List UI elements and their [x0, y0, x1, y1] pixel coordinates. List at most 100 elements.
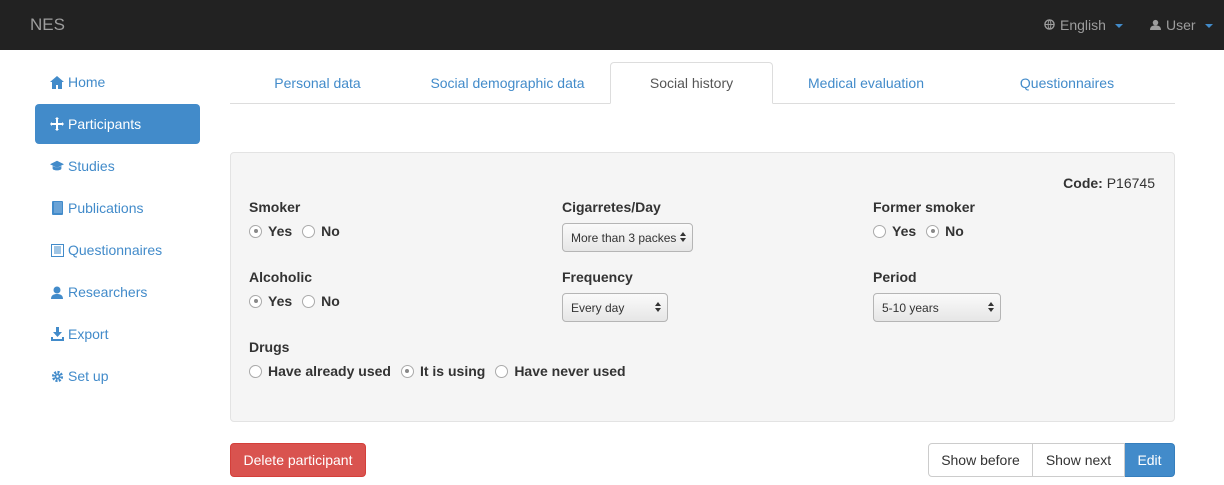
frequency-value: Every day [571, 300, 625, 315]
sidebar-item-label: Participants [68, 116, 142, 132]
drugs-is-using-radio[interactable]: It is using [400, 363, 486, 379]
sidebar-item-home[interactable]: Home [35, 62, 200, 102]
smoker-yes-radio[interactable]: Yes [249, 223, 292, 239]
frequency-label: Frequency [562, 269, 633, 285]
smoker-no-radio[interactable]: No [302, 223, 340, 239]
sidebar-item-label: Questionnaires [68, 242, 163, 258]
tab-medical-evaluation[interactable]: Medical evaluation [773, 62, 959, 103]
drugs-option-label: It is using [419, 363, 486, 379]
book-icon [50, 201, 64, 215]
radio-unchecked-icon [302, 294, 316, 308]
former-smoker-field: Former smoker Yes No [873, 199, 975, 239]
alcoholic-no-label: No [321, 293, 340, 309]
cog-icon [50, 369, 64, 383]
sidebar: Home Participants Studies Publications Q… [35, 62, 200, 398]
tab-questionnaires[interactable]: Questionnaires [959, 62, 1175, 103]
sidebar-item-questionnaires[interactable]: Questionnaires [35, 230, 200, 270]
sidebar-item-export[interactable]: Export [35, 314, 200, 354]
language-label: English [1060, 17, 1106, 33]
former-smoker-yes-radio[interactable]: Yes [873, 223, 916, 239]
delete-participant-button[interactable]: Delete participant [230, 443, 366, 477]
drugs-option-label: Have never used [514, 363, 626, 379]
participant-tabs: Personal data Social demographic data So… [230, 62, 1175, 104]
sidebar-item-studies[interactable]: Studies [35, 146, 200, 186]
tab-personal-data[interactable]: Personal data [230, 62, 405, 103]
sidebar-item-label: Publications [68, 200, 144, 216]
show-next-button[interactable]: Show next [1033, 443, 1125, 477]
former-smoker-yes-label: Yes [892, 223, 917, 239]
chevron-down-icon [1204, 24, 1213, 28]
period-select[interactable]: 5-10 years [873, 293, 1001, 322]
frequency-select[interactable]: Every day [562, 293, 668, 322]
sidebar-item-setup[interactable]: Set up [35, 356, 200, 396]
chevron-down-icon [1114, 24, 1123, 28]
cigarettes-value: More than 3 packes [571, 230, 677, 245]
frequency-field: Frequency Every day [562, 269, 668, 322]
former-smoker-no-label: No [945, 223, 964, 239]
former-smoker-no-radio[interactable]: No [926, 223, 964, 239]
drugs-never-used-radio[interactable]: Have never used [495, 363, 626, 379]
sidebar-item-participants[interactable]: Participants [35, 104, 200, 144]
alcoholic-field: Alcoholic Yes No [249, 269, 340, 309]
sidebar-item-researchers[interactable]: Researchers [35, 272, 200, 312]
smoker-yes-label: Yes [268, 223, 293, 239]
sidebar-item-label: Studies [68, 158, 115, 174]
tab-social-history[interactable]: Social history [610, 62, 773, 104]
brand-link[interactable]: NES [30, 15, 65, 35]
user-label: User [1166, 17, 1196, 33]
drugs-already-used-radio[interactable]: Have already used [249, 363, 391, 379]
radio-checked-icon [249, 224, 262, 238]
globe-icon [1044, 17, 1055, 33]
list-icon [50, 243, 64, 257]
tab-social-demographic-data[interactable]: Social demographic data [405, 62, 610, 103]
sidebar-item-publications[interactable]: Publications [35, 188, 200, 228]
participant-code: Code: P16745 [1063, 175, 1155, 191]
period-label: Period [873, 269, 917, 285]
period-value: 5-10 years [882, 300, 939, 315]
social-history-panel: Code: P16745 Smoker Yes No Cigarretes/Da… [230, 152, 1175, 422]
alcoholic-label: Alcoholic [249, 269, 313, 285]
drugs-label: Drugs [249, 339, 290, 355]
radio-unchecked-icon [495, 364, 509, 378]
sidebar-item-label: Set up [68, 368, 109, 384]
cigarettes-field: Cigarretes/Day More than 3 packes [562, 199, 693, 252]
user-dropdown[interactable]: User [1150, 17, 1213, 33]
sidebar-item-label: Home [68, 74, 106, 90]
sidebar-item-label: Researchers [68, 284, 148, 300]
move-icon [50, 117, 64, 131]
radio-unchecked-icon [249, 364, 262, 378]
sidebar-item-label: Export [68, 326, 109, 342]
edit-button[interactable]: Edit [1125, 443, 1175, 477]
cigarettes-label: Cigarretes/Day [562, 199, 661, 215]
alcoholic-no-radio[interactable]: No [302, 293, 340, 309]
radio-checked-icon [249, 294, 262, 308]
drugs-field: Drugs Have already used It is using Have… [249, 339, 626, 379]
user-icon [50, 285, 64, 299]
top-navbar: NES English User [0, 0, 1224, 50]
code-value: P16745 [1106, 175, 1155, 191]
radio-checked-icon [926, 224, 940, 238]
drugs-option-label: Have already used [268, 363, 391, 379]
radio-unchecked-icon [302, 224, 316, 238]
export-icon [50, 327, 64, 341]
cigarettes-select[interactable]: More than 3 packes [562, 223, 693, 252]
user-icon [1150, 17, 1161, 33]
language-dropdown[interactable]: English [1044, 17, 1123, 33]
period-field: Period 5-10 years [873, 269, 1001, 322]
alcoholic-yes-radio[interactable]: Yes [249, 293, 292, 309]
alcoholic-yes-label: Yes [268, 293, 293, 309]
home-icon [50, 75, 64, 89]
graduation-cap-icon [50, 159, 64, 173]
show-before-button[interactable]: Show before [928, 443, 1033, 477]
code-label: Code: [1063, 175, 1103, 191]
radio-checked-icon [400, 364, 414, 378]
smoker-field: Smoker Yes No [249, 199, 340, 239]
select-arrows-icon [988, 302, 994, 312]
navigation-button-group: Show before Show next Edit [928, 443, 1175, 477]
radio-unchecked-icon [873, 224, 886, 238]
select-arrows-icon [655, 302, 661, 312]
smoker-no-label: No [321, 223, 340, 239]
smoker-label: Smoker [249, 199, 301, 215]
former-smoker-label: Former smoker [873, 199, 975, 215]
select-arrows-icon [680, 232, 686, 242]
